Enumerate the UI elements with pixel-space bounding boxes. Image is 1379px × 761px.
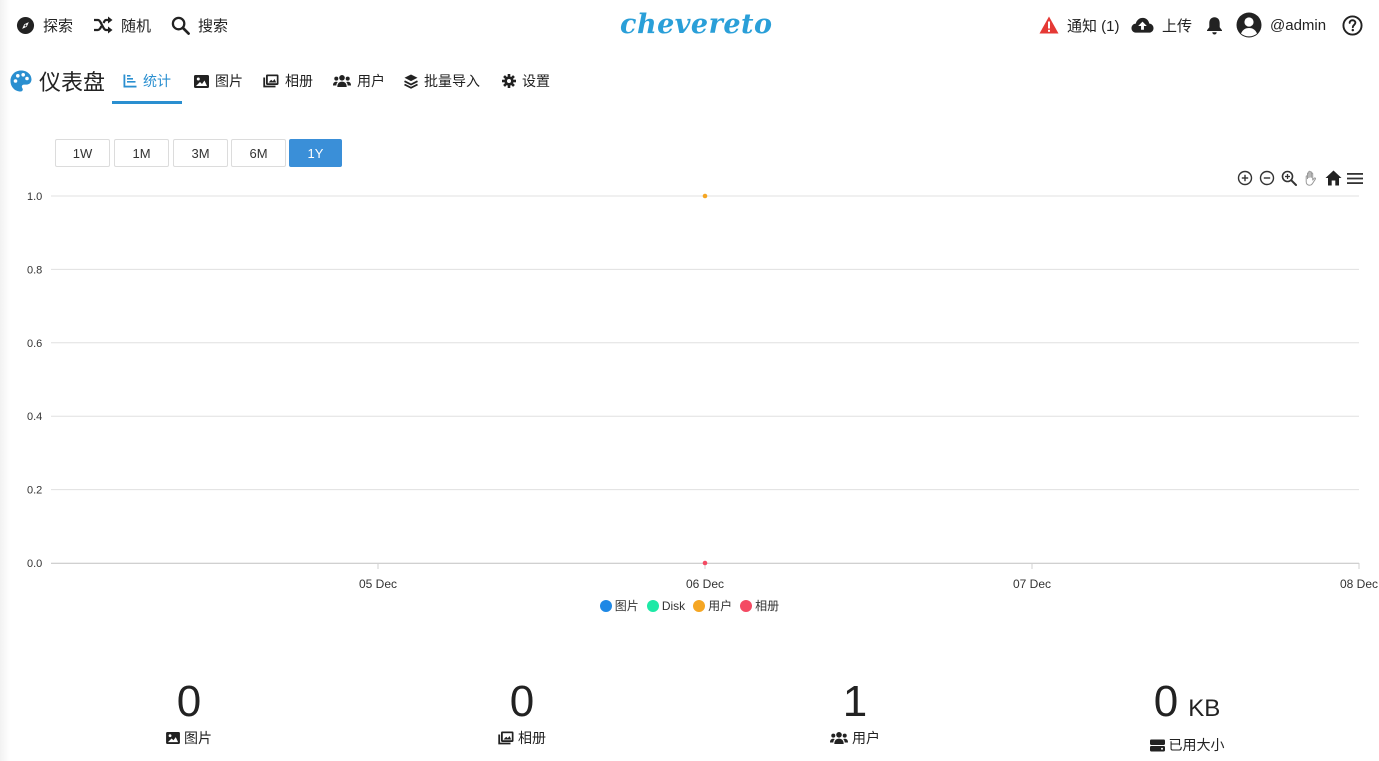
tab-settings-label: 设置 <box>522 73 550 89</box>
x-tick-label: 08 Dec <box>1340 577 1378 591</box>
help-icon <box>1342 14 1363 36</box>
explore-link[interactable]: 探索 <box>16 12 73 38</box>
legend-dot <box>646 599 659 612</box>
chart-points <box>702 193 708 566</box>
legend-label: 图片 <box>614 599 639 613</box>
x-tick-label: 07 Dec <box>1013 577 1051 591</box>
cloud-upload-icon <box>1131 17 1154 33</box>
upload-label: 上传 <box>1162 17 1193 35</box>
stat-images-label: 图片 <box>184 730 212 746</box>
notices-link[interactable]: 通知 (1) <box>1039 12 1120 38</box>
upload-link[interactable]: 上传 <box>1131 12 1192 38</box>
warning-icon <box>1039 16 1059 34</box>
legend-item-disk[interactable]: Disk <box>646 597 686 614</box>
users-icon <box>333 75 351 87</box>
data-point[interactable] <box>702 193 708 199</box>
top-bar: 探索 随机 搜索 chevereto 通知 (1) 上传 @admin <box>0 0 1379 50</box>
range-1w-button[interactable]: 1W <box>55 139 110 167</box>
compass-icon <box>16 16 35 34</box>
stat-albums: 0 相册 <box>422 676 622 748</box>
x-axis-ticks: 05 Dec 06 Dec 07 Dec 08 Dec <box>359 563 1378 591</box>
tab-images[interactable]: 图片 <box>194 66 243 96</box>
legend-item-users[interactable]: 用户 <box>693 597 732 614</box>
stat-users-value: 1 <box>842 677 868 726</box>
users-icon <box>830 732 848 744</box>
range-1y-button[interactable]: 1Y <box>289 139 342 167</box>
tab-albums[interactable]: 相册 <box>263 66 313 96</box>
legend-label: 相册 <box>755 599 780 613</box>
shuffle-icon <box>94 16 113 34</box>
legend-dot <box>693 599 706 612</box>
y-tick-label: 0.4 <box>27 411 42 423</box>
chart-legend: 图片 Disk 用户 相册 <box>0 597 1379 614</box>
legend-dot <box>599 599 612 612</box>
stat-albums-value: 0 <box>509 677 535 726</box>
image-icon <box>166 732 180 744</box>
tab-albums-label: 相册 <box>285 73 313 89</box>
legend-dot <box>740 599 753 612</box>
dashboard-tab-bar: 仪表盘 统计 图片 相册 用户 批量导入 设置 <box>0 58 1379 106</box>
y-tick-label: 0.2 <box>27 485 42 497</box>
stat-disk-label: 已用大小 <box>1168 737 1225 753</box>
image-icon <box>194 74 209 88</box>
random-link[interactable]: 随机 <box>93 12 151 38</box>
palette-icon <box>10 70 32 92</box>
search-link[interactable]: 搜索 <box>171 12 228 38</box>
range-3m-button[interactable]: 3M <box>173 139 228 167</box>
x-tick-label: 06 Dec <box>686 577 724 591</box>
stat-images-value: 0 <box>176 677 202 726</box>
bell-icon <box>1207 16 1222 34</box>
range-6m-button[interactable]: 6M <box>231 139 286 167</box>
notices-label: 通知 (1) <box>1067 17 1120 35</box>
user-label: @admin <box>1270 16 1327 34</box>
tab-bulk-import-label: 批量导入 <box>424 73 480 89</box>
stat-users-label: 用户 <box>852 730 880 746</box>
notifications-button[interactable] <box>1206 12 1223 38</box>
legend-label: Disk <box>661 598 686 613</box>
legend-item-albums[interactable]: 相册 <box>740 597 779 614</box>
stat-users: 1 用户 <box>755 676 955 748</box>
y-tick-label: 0.0 <box>27 558 42 570</box>
y-tick-label: 0.8 <box>27 264 42 276</box>
images-icon <box>263 74 279 88</box>
layers-icon <box>404 74 418 89</box>
images-icon <box>498 731 514 745</box>
tab-images-label: 图片 <box>215 73 243 89</box>
tab-stats[interactable]: 统计 <box>123 66 171 96</box>
stat-albums-label: 相册 <box>518 730 546 746</box>
explore-label: 探索 <box>43 17 74 35</box>
chevereto-logo[interactable]: chevereto <box>620 6 772 44</box>
data-point[interactable] <box>702 560 708 566</box>
dashboard-title: 仪表盘 <box>39 70 106 95</box>
search-label: 搜索 <box>198 17 229 35</box>
stat-disk: 0 KB 已用大小 <box>1087 676 1287 755</box>
legend-label: 用户 <box>708 599 733 613</box>
tab-stats-label: 统计 <box>143 73 171 89</box>
stat-disk-value: 0 <box>1153 677 1179 726</box>
tab-users[interactable]: 用户 <box>333 66 385 96</box>
stat-images: 0 图片 <box>89 676 289 748</box>
stats-chart: 1.0 0.8 0.6 0.4 0.2 0.0 05 Dec 06 Dec 07 Dec 08 … <box>27 191 1378 591</box>
search-icon <box>171 16 190 35</box>
user-avatar-icon <box>1236 12 1262 38</box>
chart-grid <box>51 195 1359 564</box>
stat-disk-unit: KB <box>1188 695 1221 722</box>
gear-icon <box>502 74 516 88</box>
help-button[interactable] <box>1342 12 1363 38</box>
tab-settings[interactable]: 设置 <box>502 66 550 96</box>
active-tab-indicator <box>112 101 182 104</box>
range-1m-button[interactable]: 1M <box>114 139 169 167</box>
tab-users-label: 用户 <box>357 73 385 89</box>
user-menu[interactable]: @admin <box>1236 12 1326 38</box>
y-tick-label: 1.0 <box>27 191 42 203</box>
legend-item-images[interactable]: 图片 <box>599 597 639 614</box>
x-tick-label: 05 Dec <box>359 577 397 591</box>
chart-icon <box>123 74 137 88</box>
y-axis-ticks: 1.0 0.8 0.6 0.4 0.2 0.0 <box>27 191 42 570</box>
page-title: 仪表盘 <box>10 66 105 96</box>
hdd-icon <box>1149 739 1165 751</box>
random-label: 随机 <box>121 17 152 35</box>
tab-bulk-import[interactable]: 批量导入 <box>404 66 480 96</box>
y-tick-label: 0.6 <box>27 338 42 350</box>
